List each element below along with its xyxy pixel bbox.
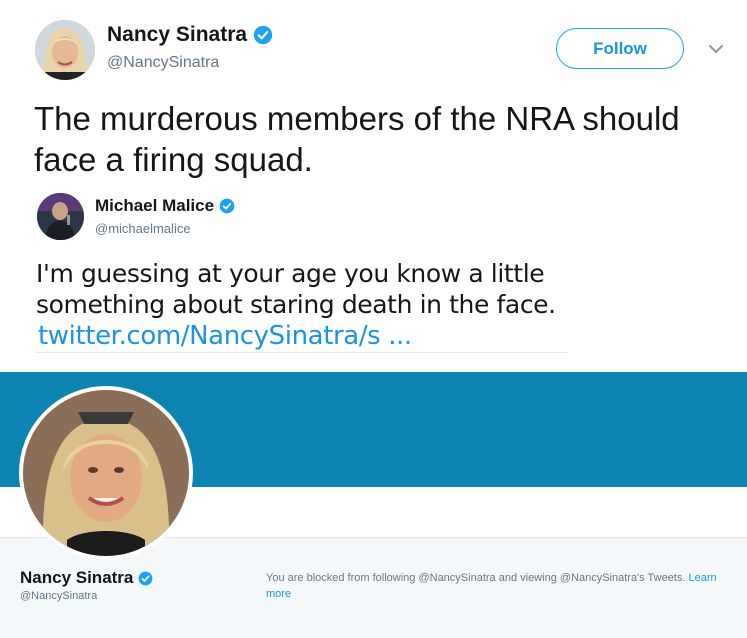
michael-malice-avatar[interactable]: [37, 193, 84, 240]
tweet-author-handle[interactable]: @NancySinatra: [107, 54, 219, 72]
verified-badge-icon: [219, 198, 235, 214]
profile-avatar[interactable]: [19, 386, 193, 560]
chevron-down-icon[interactable]: [707, 40, 725, 58]
tweet-author-name[interactable]: Nancy Sinatra: [107, 23, 273, 47]
quoted-tweet-link[interactable]: twitter.com/NancySinatra/s ...: [38, 321, 412, 351]
follow-button[interactable]: Follow: [556, 28, 684, 69]
tweet-author-name-text[interactable]: Nancy Sinatra: [107, 23, 247, 47]
tweet-text: The murderous members of the NRA should …: [34, 100, 680, 178]
reply-text: I'm guessing at your age you know a litt…: [36, 259, 556, 319]
profile-handle[interactable]: @NancySinatra: [20, 590, 97, 602]
nancy-sinatra-avatar[interactable]: [35, 20, 95, 80]
verified-badge-icon: [253, 25, 273, 45]
reply-author-handle[interactable]: @michaelmalice: [95, 221, 191, 236]
link-underline-divider: [36, 352, 568, 353]
reply-author-name-text[interactable]: Michael Malice: [95, 196, 214, 216]
blocked-notice: You are blocked from following @NancySin…: [266, 570, 736, 602]
reply-author-name[interactable]: Michael Malice: [95, 196, 235, 216]
blocked-message: You are blocked from following @NancySin…: [266, 572, 686, 584]
profile-name[interactable]: Nancy Sinatra: [20, 568, 153, 588]
verified-badge-icon: [138, 571, 153, 586]
profile-name-text[interactable]: Nancy Sinatra: [20, 568, 133, 588]
